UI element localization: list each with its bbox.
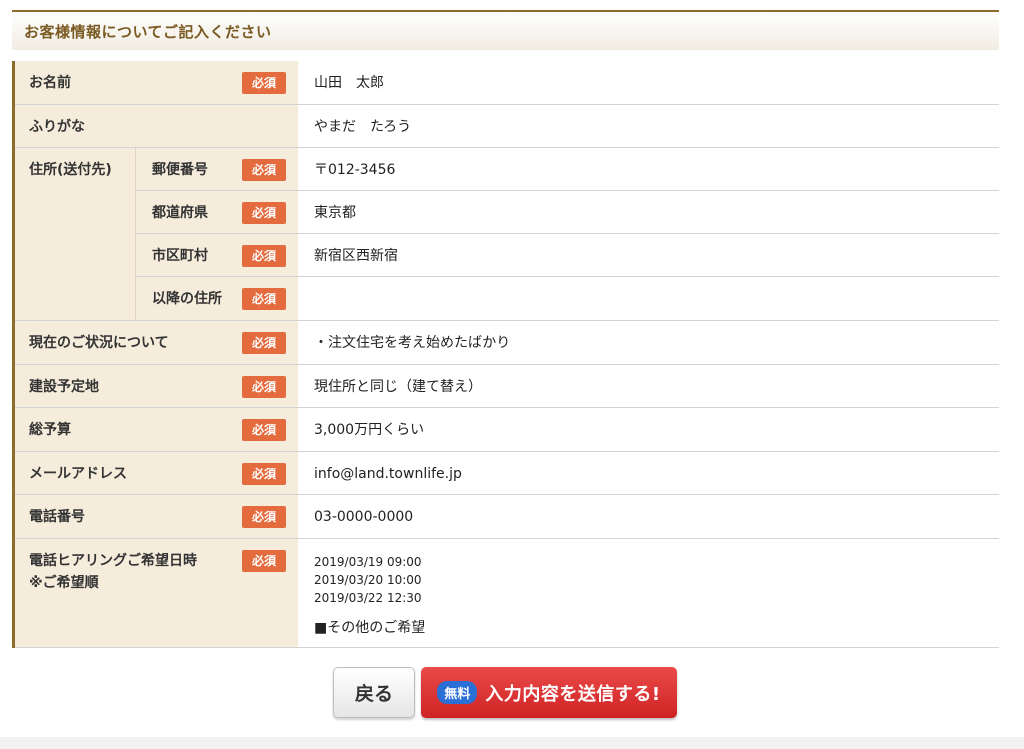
hearing-date-1: 2019/03/19 09:00	[314, 555, 422, 569]
address-group: 住所(送付先) 郵便番号 必須 〒012-3456 都道府県 必須 東京都 市区…	[15, 148, 999, 321]
required-badge: 必須	[242, 550, 286, 572]
label-budget-text: 総予算	[29, 422, 71, 438]
label-address-rest: 以降の住所 必須	[136, 277, 298, 320]
label-city: 市区町村 必須	[136, 234, 298, 276]
label-address: 住所(送付先)	[15, 148, 136, 320]
label-status-text: 現在のご状況について	[29, 335, 169, 351]
value-furigana: やまだ たろう	[298, 105, 999, 147]
row-address-rest: 以降の住所 必須	[136, 277, 999, 320]
label-status: 現在のご状況について 必須	[15, 321, 298, 364]
form-actions: 戻る 無料 入力内容を送信する!	[333, 667, 677, 718]
row-email: メールアドレス 必須 info@land.townlife.jp	[15, 452, 999, 495]
value-prefecture: 東京都	[298, 191, 999, 233]
row-phone: 電話番号 必須 03-0000-0000	[15, 495, 999, 539]
row-hearing: 電話ヒアリングご希望日時 ※ご希望順 必須 2019/03/19 09:00 2…	[15, 539, 999, 648]
label-furigana: ふりがな	[15, 105, 298, 147]
row-postal: 郵便番号 必須 〒012-3456	[136, 148, 999, 191]
required-badge: 必須	[242, 202, 286, 224]
label-email: メールアドレス 必須	[15, 452, 298, 494]
label-postal-text: 郵便番号	[152, 162, 208, 178]
section-title: お客様情報についてご記入ください	[12, 10, 999, 50]
required-badge: 必須	[242, 506, 286, 528]
row-status: 現在のご状況について 必須 ・注文住宅を考え始めたばかり	[15, 321, 999, 365]
row-name: お名前 必須 山田 太郎	[15, 61, 999, 105]
label-postal: 郵便番号 必須	[136, 148, 298, 190]
label-email-text: メールアドレス	[29, 466, 127, 482]
label-site: 建設予定地 必須	[15, 365, 298, 407]
value-address-rest	[298, 277, 999, 320]
value-site: 現住所と同じ（建て替え）	[298, 365, 999, 407]
required-badge: 必須	[242, 332, 286, 354]
hearing-date-2: 2019/03/20 10:00	[314, 573, 422, 587]
label-budget: 総予算 必須	[15, 408, 298, 451]
label-furigana-text: ふりがな	[29, 119, 85, 135]
label-address-rest-text: 以降の住所	[152, 291, 222, 307]
hearing-other: ■その他のご希望	[314, 620, 426, 636]
value-hearing: 2019/03/19 09:00 2019/03/20 10:00 2019/0…	[298, 539, 999, 647]
row-prefecture: 都道府県 必須 東京都	[136, 191, 999, 234]
label-phone: 電話番号 必須	[15, 495, 298, 538]
footer-band	[0, 737, 1024, 749]
required-badge: 必須	[242, 245, 286, 267]
submit-button-label: 入力内容を送信する!	[485, 683, 661, 705]
label-city-text: 市区町村	[152, 248, 208, 264]
label-hearing-line2: ※ご希望順	[29, 575, 99, 591]
value-status: ・注文住宅を考え始めたばかり	[298, 321, 999, 364]
required-badge: 必須	[242, 376, 286, 398]
value-postal: 〒012-3456	[298, 148, 999, 190]
label-name-text: お名前	[29, 75, 71, 91]
label-name: お名前 必須	[15, 61, 298, 104]
label-prefecture: 都道府県 必須	[136, 191, 298, 233]
value-name: 山田 太郎	[298, 61, 999, 104]
customer-info-table: お名前 必須 山田 太郎 ふりがな やまだ たろう 住所(送付先) 郵便番号 必…	[12, 61, 999, 648]
submit-button[interactable]: 無料 入力内容を送信する!	[421, 667, 677, 718]
row-site: 建設予定地 必須 現住所と同じ（建て替え）	[15, 365, 999, 408]
row-budget: 総予算 必須 3,000万円くらい	[15, 408, 999, 452]
hearing-date-3: 2019/03/22 12:30	[314, 591, 422, 605]
value-budget: 3,000万円くらい	[298, 408, 999, 451]
label-prefecture-text: 都道府県	[152, 205, 208, 221]
required-badge: 必須	[242, 288, 286, 310]
row-furigana: ふりがな やまだ たろう	[15, 105, 999, 148]
free-tag: 無料	[437, 681, 478, 704]
value-email: info@land.townlife.jp	[298, 452, 999, 494]
required-badge: 必須	[242, 72, 286, 94]
row-city: 市区町村 必須 新宿区西新宿	[136, 234, 999, 277]
label-hearing: 電話ヒアリングご希望日時 ※ご希望順 必須	[15, 539, 298, 647]
back-button[interactable]: 戻る	[333, 667, 415, 718]
required-badge: 必須	[242, 159, 286, 181]
label-phone-text: 電話番号	[29, 509, 85, 525]
required-badge: 必須	[242, 463, 286, 485]
value-city: 新宿区西新宿	[298, 234, 999, 276]
required-badge: 必須	[242, 419, 286, 441]
label-site-text: 建設予定地	[29, 379, 99, 395]
value-phone: 03-0000-0000	[298, 495, 999, 538]
